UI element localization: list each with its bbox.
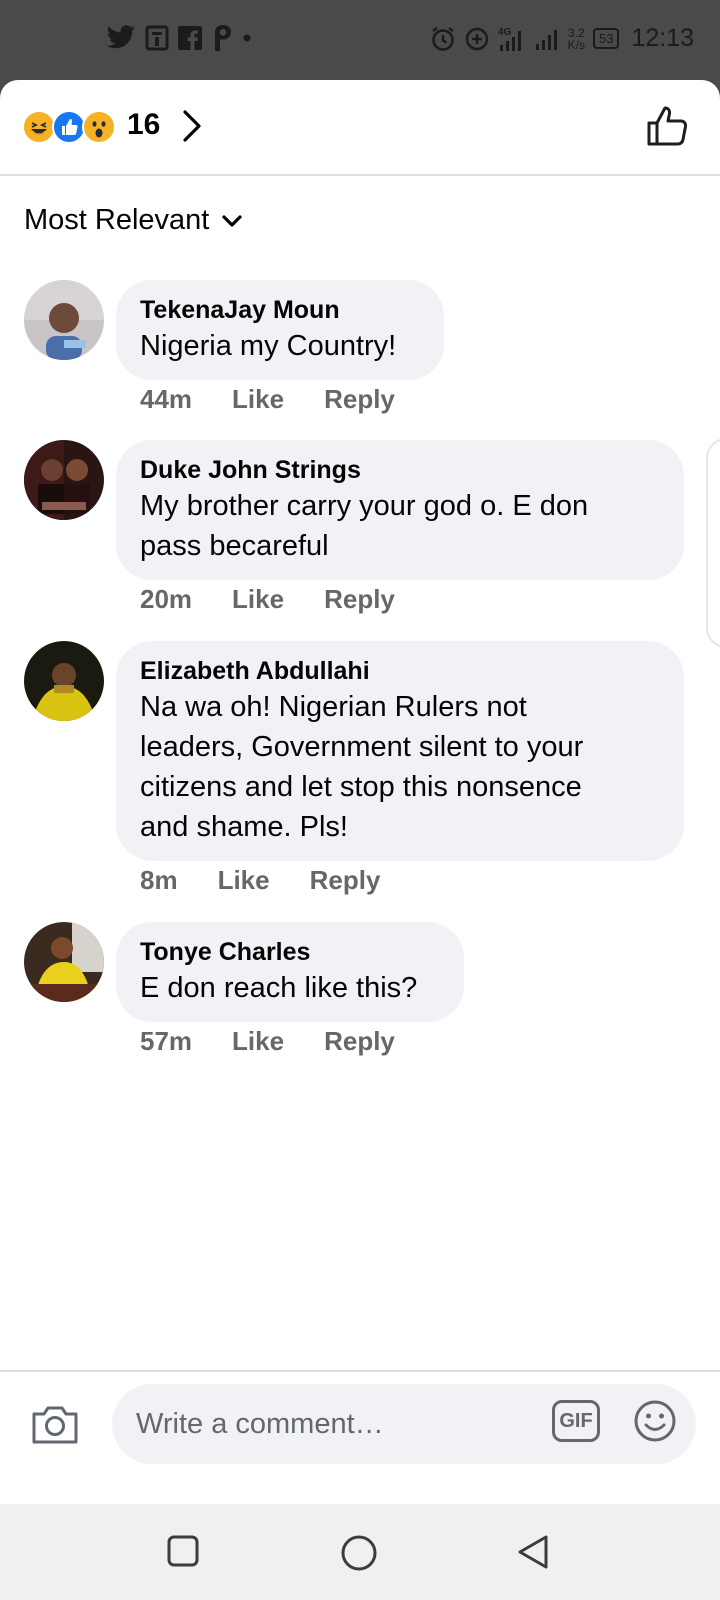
sort-dropdown[interactable]: Most Relevant [24, 204, 243, 237]
alarm-icon [431, 26, 454, 51]
status-bar: 4G 3.2 K/s 53 12:13 [0, 0, 720, 80]
comment-time: 44m [140, 384, 193, 414]
home-circle-icon[interactable] [340, 1534, 378, 1572]
commenter-name[interactable]: Tonye Charles [140, 936, 440, 968]
reply-button[interactable]: Reply [310, 865, 381, 896]
emoji-icon[interactable] [632, 1398, 678, 1444]
like-post-button[interactable] [646, 104, 690, 148]
comment-actions: 8m Like Reply [140, 865, 380, 896]
chevron-down-icon [222, 214, 242, 227]
like-button[interactable]: Like [232, 384, 284, 415]
reaction-summary[interactable] [22, 110, 116, 144]
comment-time: 8m [140, 865, 178, 895]
comment-time: 57m [140, 1026, 193, 1056]
reaction-count[interactable]: 16 [127, 108, 160, 142]
comment-text-line: My brother carry your god o. E don [140, 490, 589, 522]
comment-time: 20m [140, 584, 193, 614]
system-navigation-bar [0, 1504, 720, 1600]
like-reaction-icon [52, 110, 86, 144]
network-speed-unit: K/s [567, 37, 585, 52]
system-indicators: 4G 3.2 K/s 53 12:13 [430, 24, 694, 53]
notification-icons [106, 24, 252, 52]
avatar[interactable] [24, 280, 104, 360]
back-triangle-icon[interactable] [516, 1534, 550, 1570]
comment-text-line: pass becareful [140, 530, 329, 562]
facebook-icon [178, 26, 202, 50]
comment-actions: 20m Like Reply [140, 584, 395, 615]
reactions-bar: 16 [0, 80, 720, 176]
like-button[interactable]: Like [232, 1026, 284, 1057]
commenter-name[interactable]: TekenaJay Moun [140, 294, 420, 326]
comment-input[interactable] [112, 1384, 696, 1464]
comment-bubble[interactable]: Duke John Strings My brother carry your … [116, 440, 684, 580]
commenter-name[interactable]: Duke John Strings [140, 454, 660, 486]
clock: 12:13 [631, 24, 694, 52]
network-speed-value: 3.2 [567, 25, 585, 40]
comment-text: E don reach like this? [140, 972, 418, 1004]
sort-label: Most Relevant [24, 204, 210, 236]
signal-4g-icon: 4G [498, 27, 521, 51]
haha-reaction-icon [22, 110, 56, 144]
avatar[interactable] [24, 440, 104, 520]
dot-icon [243, 34, 251, 42]
comment-text: Nigeria my Country! [140, 330, 397, 362]
comment-bubble[interactable]: Tonye Charles E don reach like this? [116, 922, 464, 1022]
wow-reaction-icon [82, 110, 116, 144]
network-speed: 3.2 K/s [568, 27, 585, 51]
twitter-icon [106, 25, 135, 49]
comment-text-line: citizens and let stop this nonsence [140, 771, 582, 803]
signal-icon [535, 29, 557, 50]
comment-bubble[interactable]: TekenaJay Moun Nigeria my Country! [116, 280, 444, 380]
gallery-icon [145, 25, 169, 51]
avatar[interactable] [24, 922, 104, 1002]
edge-panel-handle[interactable] [706, 438, 720, 648]
like-button[interactable]: Like [218, 865, 270, 896]
avatar[interactable] [24, 641, 104, 721]
recents-square-icon[interactable] [166, 1534, 200, 1568]
comment-actions: 57m Like Reply [140, 1026, 395, 1057]
commenter-name[interactable]: Elizabeth Abdullahi [140, 655, 660, 687]
data-saver-icon [465, 27, 488, 50]
comment-text-line: and shame. Pls! [140, 811, 348, 843]
chevron-right-icon[interactable] [180, 108, 204, 144]
like-button[interactable]: Like [232, 584, 284, 615]
reply-button[interactable]: Reply [324, 584, 395, 615]
battery-indicator: 53 [592, 28, 620, 49]
comment-composer: GIF [0, 1370, 720, 1504]
comments-sheet: 16 Most Relevant TekenaJay Moun Nigeria … [0, 80, 720, 1504]
reply-button[interactable]: Reply [324, 384, 395, 415]
comment-text-line: leaders, Government silent to your [140, 731, 584, 763]
comment-actions: 44m Like Reply [140, 384, 395, 415]
camera-icon[interactable] [30, 1402, 80, 1446]
comment-bubble[interactable]: Elizabeth Abdullahi Na wa oh! Nigerian R… [116, 641, 684, 861]
comment-text-line: Na wa oh! Nigerian Rulers not [140, 691, 527, 723]
reply-button[interactable]: Reply [324, 1026, 395, 1057]
svg-text:4G: 4G [498, 27, 512, 38]
gif-button[interactable]: GIF [552, 1400, 600, 1442]
pinterest-icon [215, 25, 231, 51]
